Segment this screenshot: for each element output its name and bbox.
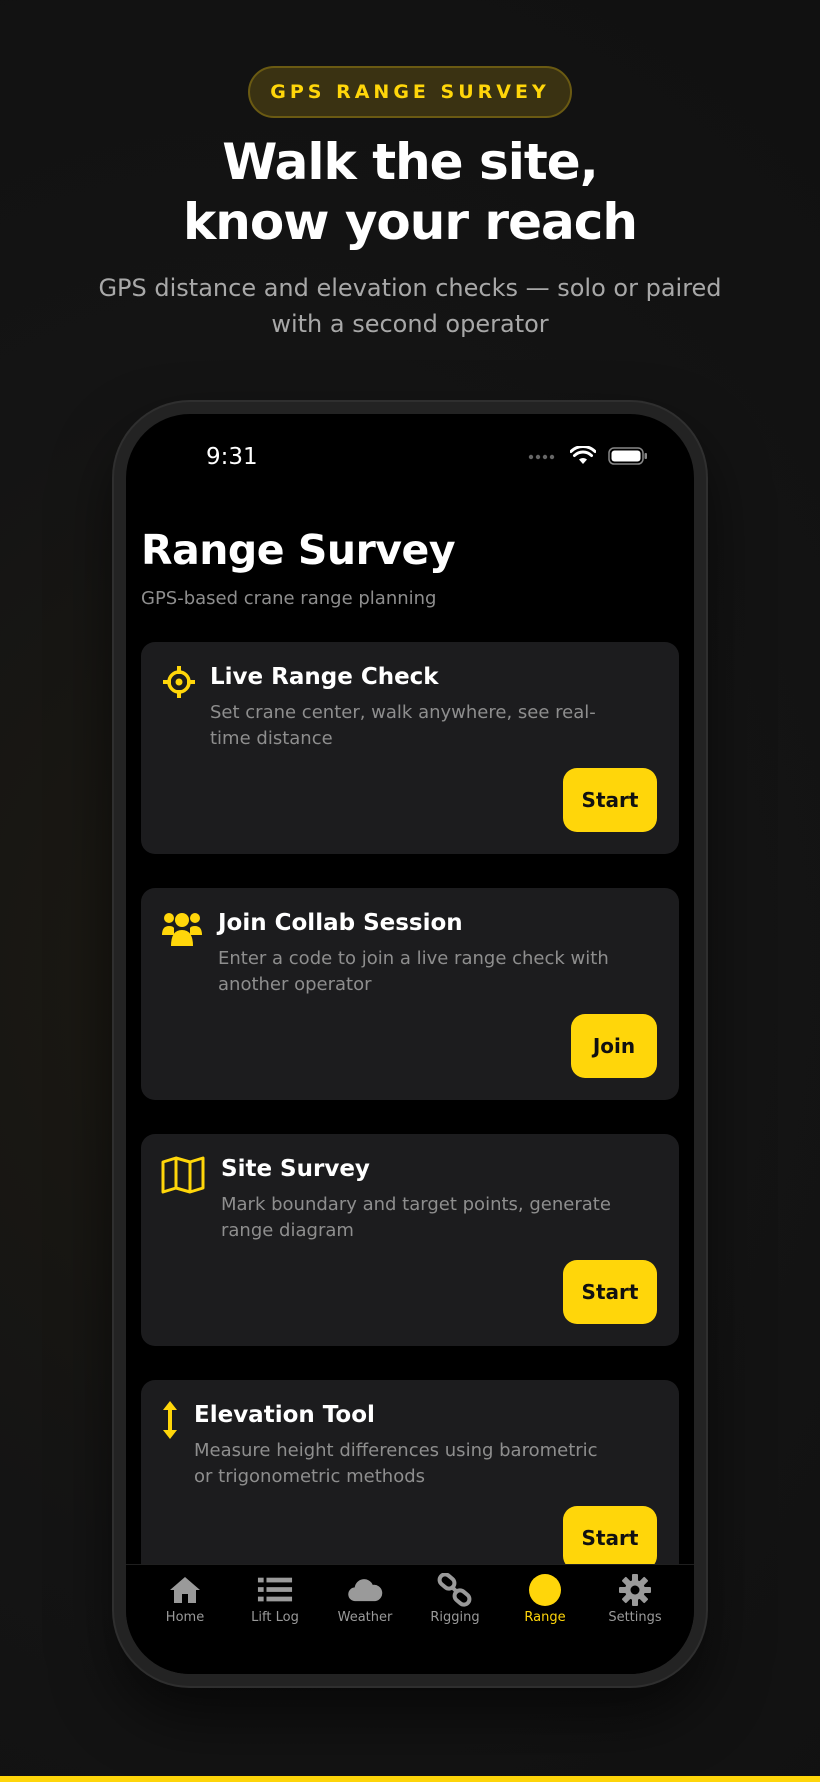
tab-rigging[interactable]: Rigging [411, 1565, 499, 1674]
phone-screen: 9:31 Range Survey GPS-based crane range … [126, 414, 694, 1674]
card-description: Measure height differences using baromet… [194, 1440, 598, 1487]
card-join-collab-session: Join Collab Session Enter a code to join… [141, 888, 679, 1100]
bottom-accent-bar [0, 1776, 820, 1782]
tab-label: Range [524, 1610, 566, 1625]
screen-subtitle: GPS-based crane range planning [141, 588, 437, 609]
map-icon [161, 1156, 205, 1194]
gear-icon [619, 1574, 651, 1606]
hero-headline-line2: know your reach [183, 193, 638, 251]
card-description: Enter a code to join a live range check … [218, 948, 609, 995]
status-time: 9:31 [206, 444, 258, 470]
users-icon [162, 913, 202, 946]
start-elevation-tool-button[interactable]: Start [563, 1506, 657, 1570]
card-title: Site Survey [221, 1156, 370, 1182]
cloud-icon [348, 1579, 383, 1602]
card-title: Join Collab Session [218, 910, 463, 936]
card-title: Elevation Tool [194, 1402, 375, 1428]
section-pill-label: GPS RANGE SURVEY [270, 81, 550, 103]
hero-headline-line1: Walk the site, [222, 133, 598, 191]
card-site-survey: Site Survey Mark boundary and target poi… [141, 1134, 679, 1346]
status-icons [528, 446, 648, 466]
card-description: Set crane center, walk anywhere, see rea… [210, 702, 596, 749]
home-icon [170, 1577, 200, 1603]
card-title: Live Range Check [210, 664, 439, 690]
section-pill: GPS RANGE SURVEY [248, 66, 572, 118]
signal-icon [528, 454, 555, 460]
elevation-arrows-icon [163, 1401, 177, 1439]
hero-subhead: GPS distance and elevation checks — solo… [98, 274, 722, 338]
start-site-survey-button[interactable]: Start [563, 1260, 657, 1324]
tab-range[interactable]: Range [501, 1565, 589, 1674]
range-dot-icon [529, 1574, 561, 1606]
screen-title: Range Survey [141, 526, 456, 574]
hero-headline: Walk the site, know your reach [0, 132, 820, 252]
tab-label: Settings [608, 1610, 662, 1625]
start-live-range-check-button[interactable]: Start [563, 768, 657, 832]
tab-bar: Home Lift Log Weather Rigging Range Sett… [126, 1564, 694, 1674]
list-icon [257, 1577, 293, 1602]
tab-label: Rigging [430, 1610, 480, 1625]
card-description: Mark boundary and target points, generat… [221, 1194, 611, 1241]
crosshair-icon [163, 666, 195, 698]
tab-settings[interactable]: Settings [591, 1565, 679, 1674]
card-live-range-check: Live Range Check Set crane center, walk … [141, 642, 679, 854]
tab-label: Weather [337, 1610, 393, 1625]
wifi-icon [570, 446, 596, 464]
tab-home[interactable]: Home [141, 1565, 229, 1674]
join-collab-session-button[interactable]: Join [571, 1014, 657, 1078]
card-elevation-tool: Elevation Tool Measure height difference… [141, 1380, 679, 1592]
tab-lift-log[interactable]: Lift Log [231, 1565, 319, 1674]
tab-label: Lift Log [251, 1610, 299, 1625]
tab-label: Home [165, 1610, 205, 1625]
phone-frame: 9:31 Range Survey GPS-based crane range … [114, 402, 706, 1686]
tab-weather[interactable]: Weather [321, 1565, 409, 1674]
battery-icon [608, 447, 647, 465]
chain-link-icon [437, 1573, 472, 1607]
